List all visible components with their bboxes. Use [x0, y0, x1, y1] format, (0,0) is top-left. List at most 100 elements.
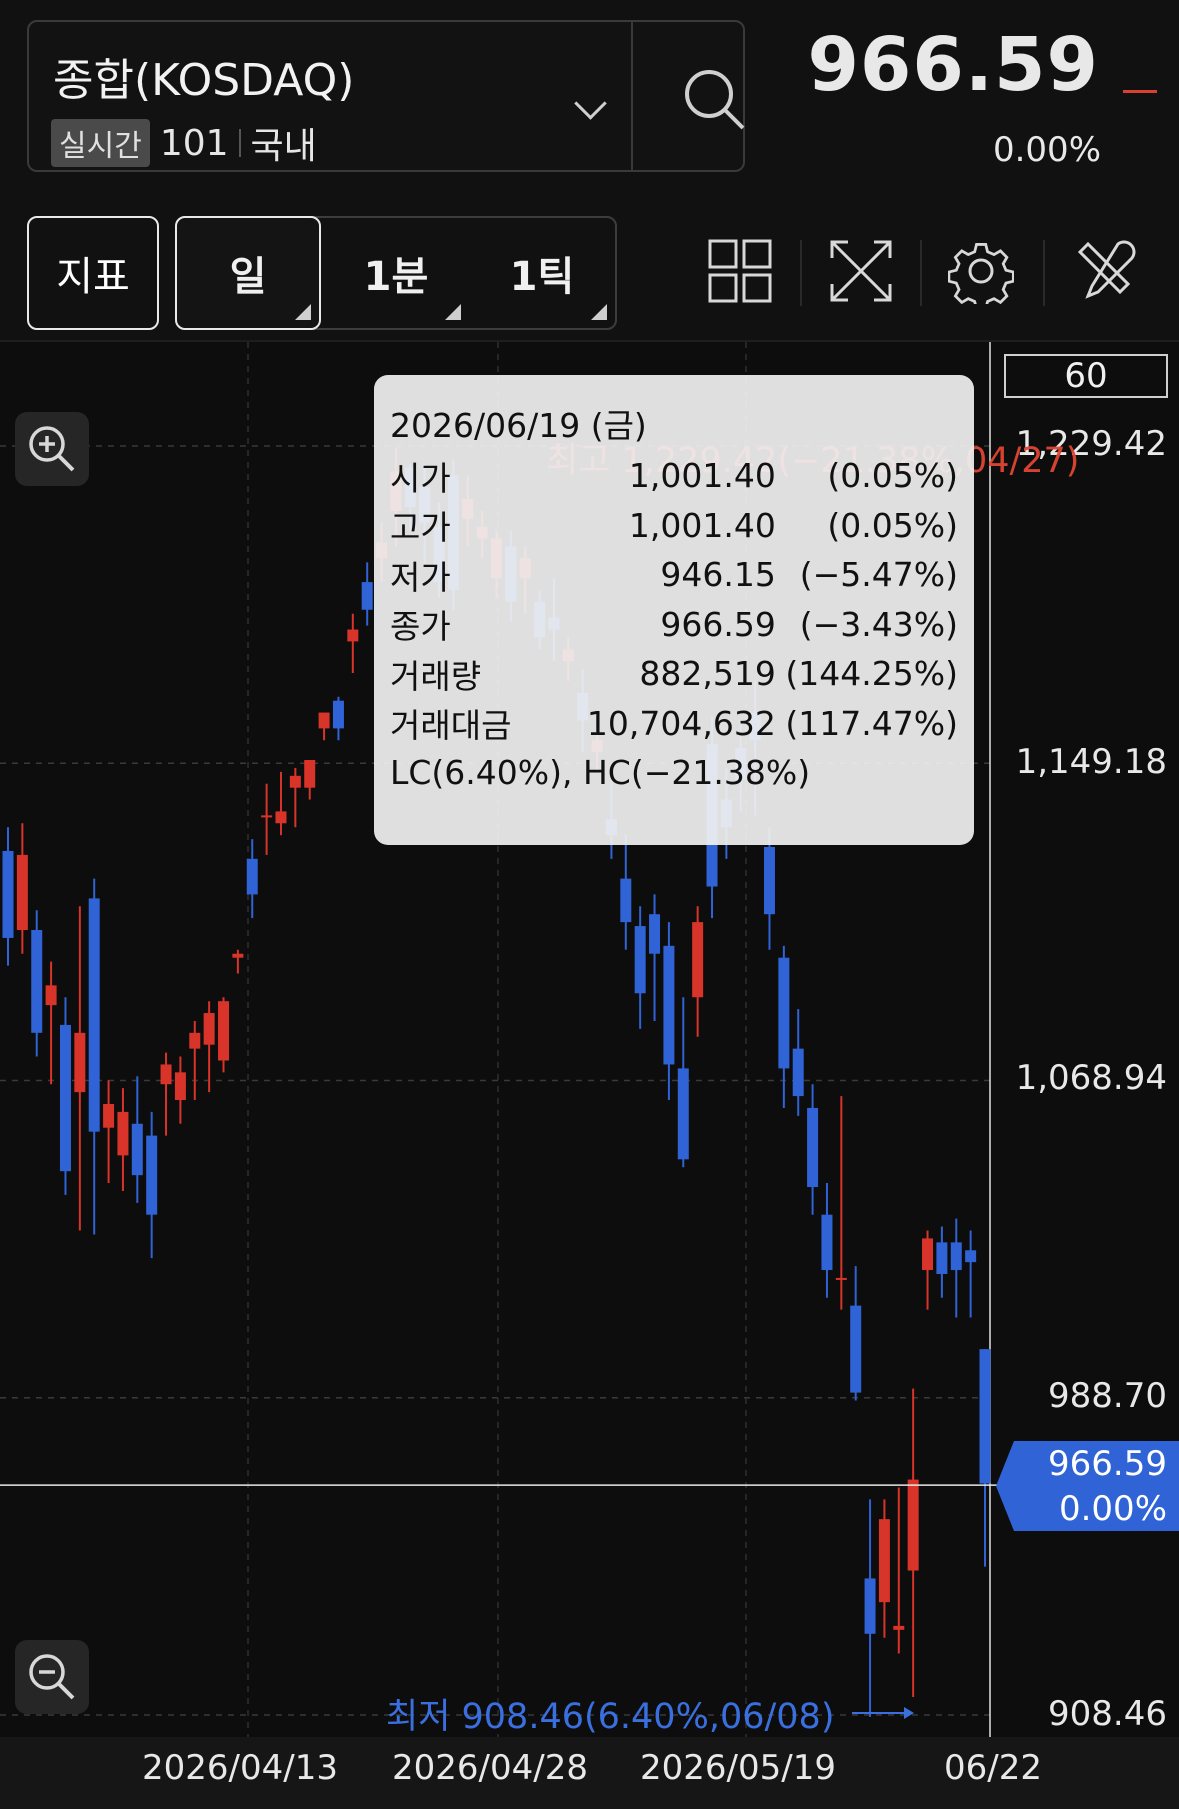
candle-body [864, 1578, 876, 1634]
tooltip-value: 1,001.40 [628, 505, 776, 545]
tooltip-percent: (−3.43%) [799, 604, 958, 644]
tooltip-row-low: 저가 946.15 (−5.47%) [390, 550, 958, 600]
candle-body [203, 1013, 215, 1045]
candle-body [332, 700, 344, 729]
candle-body [189, 1032, 201, 1049]
candle-body [792, 1048, 804, 1097]
current-price-tag-value: 966.59 [1048, 1444, 1167, 1484]
x-tick-label: 2026/04/28 [392, 1748, 588, 1788]
candle-body [261, 815, 273, 818]
tooltip-row-open: 시가 1,001.40 (0.05%) [390, 451, 958, 501]
dropdown-corner-icon [445, 304, 461, 320]
candle-body [361, 582, 373, 610]
candle-body [232, 953, 244, 958]
tooltip-label: 시가 [390, 458, 451, 498]
candle-tooltip: 2026/06/19 (금) 시가 1,001.40 (0.05%) 고가 1,… [374, 375, 974, 845]
period-1tick-label: 1틱 [509, 254, 575, 300]
current-price: 966.59 [807, 22, 1099, 108]
chevron-down-icon[interactable] [574, 87, 607, 120]
tooltip-value: 10,704,632 [586, 703, 776, 743]
fullscreen-icon[interactable] [828, 238, 894, 304]
tools-icon[interactable] [1072, 238, 1138, 304]
x-tick-label: 2026/05/19 [640, 1748, 836, 1788]
candle-body [59, 1024, 71, 1172]
tooltip-row-amount: 거래대금 10,704,632 (117.47%) [390, 699, 958, 749]
candle-body [74, 1032, 86, 1093]
period-1min-label: 1분 [363, 254, 429, 300]
symbol-subinfo: 실시간 101 국내 [51, 119, 317, 167]
y-tick-label: 1,149.18 [1015, 742, 1167, 782]
tooltip-percent: (−5.47%) [799, 555, 958, 595]
chart-toolbar: 지표 일 1분 1틱 [0, 200, 1179, 342]
candle-body [878, 1519, 890, 1603]
market-label: 국내 [250, 126, 317, 167]
candle-body [31, 930, 43, 1033]
candle-body [103, 1103, 115, 1128]
x-tick-label: 06/22 [944, 1748, 1042, 1788]
tooltip-footer: LC(6.40%), HC(−21.38%) [390, 753, 811, 793]
candle-body [807, 1107, 819, 1188]
candle-body [965, 1250, 977, 1263]
dropdown-corner-icon [591, 304, 607, 320]
tooltip-label: 종가 [390, 607, 451, 647]
search-icon[interactable] [679, 64, 749, 134]
gear-icon[interactable] [948, 238, 1014, 304]
price-change-percent: 0.00% [992, 130, 1101, 170]
candle-body [304, 760, 316, 788]
candle-body [649, 914, 661, 954]
candle-period-label[interactable]: 60 [1004, 354, 1168, 398]
tooltip-value: 882,519 [639, 654, 776, 694]
header: 종합(KOSDAQ) 실시간 101 국내 966.59 0.00% [0, 0, 1179, 200]
tooltip-label: 저가 [390, 557, 451, 597]
candle-body [620, 878, 632, 923]
y-tick-label: 1,068.94 [1015, 1058, 1167, 1098]
divider [631, 22, 633, 170]
candle-body [850, 1305, 862, 1393]
grid-layout-icon[interactable] [707, 238, 773, 304]
candle-body [936, 1242, 948, 1274]
tooltip-date: 2026/06/19 (금) [390, 406, 647, 445]
divider [920, 240, 922, 306]
candle-body [778, 957, 790, 1069]
symbol-name[interactable]: 종합(KOSDAQ) [53, 44, 354, 108]
tooltip-row-volume: 거래량 882,519 (144.25%) [390, 649, 958, 699]
realtime-badge: 실시간 [51, 119, 150, 167]
candle-body [347, 629, 359, 642]
current-price-tag-change: 0.00% [1058, 1489, 1167, 1529]
indicator-button[interactable]: 지표 [27, 216, 159, 330]
y-tick-label: 988.70 [1048, 1376, 1167, 1416]
candle-body [692, 922, 704, 998]
tooltip-row-high: 고가 1,001.40 (0.05%) [390, 501, 958, 551]
zoom-in-button[interactable] [15, 412, 89, 486]
tooltip-percent: (144.25%) [785, 654, 958, 694]
candle-body [821, 1214, 833, 1271]
period-day-button[interactable]: 일 [175, 216, 321, 330]
period-1min-button[interactable]: 1분 [323, 218, 469, 328]
price-change-indicator [1123, 90, 1157, 93]
period-1tick-button[interactable]: 1틱 [469, 218, 615, 328]
candle-body [246, 858, 258, 895]
tooltip-percent: (0.05%) [827, 456, 958, 496]
dropdown-corner-icon [295, 304, 311, 320]
zoom-out-icon [29, 1654, 75, 1700]
candle-body [677, 1068, 689, 1160]
candle-body [835, 1277, 847, 1280]
low-marker-arrowhead [904, 1707, 914, 1719]
candle-body [907, 1479, 919, 1571]
candle-body [160, 1064, 172, 1085]
y-tick-label: 908.46 [1048, 1694, 1167, 1734]
divider [238, 129, 241, 157]
tooltip-value: 966.59 [660, 604, 776, 644]
candle-body [663, 945, 675, 1065]
x-tick-label: 2026/04/13 [142, 1748, 338, 1788]
tooltip-percent: (0.05%) [827, 505, 958, 545]
candle-body [893, 1625, 905, 1630]
candle-body [146, 1135, 158, 1215]
candle-body [318, 712, 330, 729]
candle-body [2, 850, 14, 938]
zoom-out-button[interactable] [15, 1640, 89, 1714]
symbol-code: 101 [159, 122, 229, 164]
candle-body [117, 1111, 129, 1156]
tooltip-value: 946.15 [660, 555, 776, 595]
symbol-selector[interactable]: 종합(KOSDAQ) 실시간 101 국내 [27, 20, 745, 172]
